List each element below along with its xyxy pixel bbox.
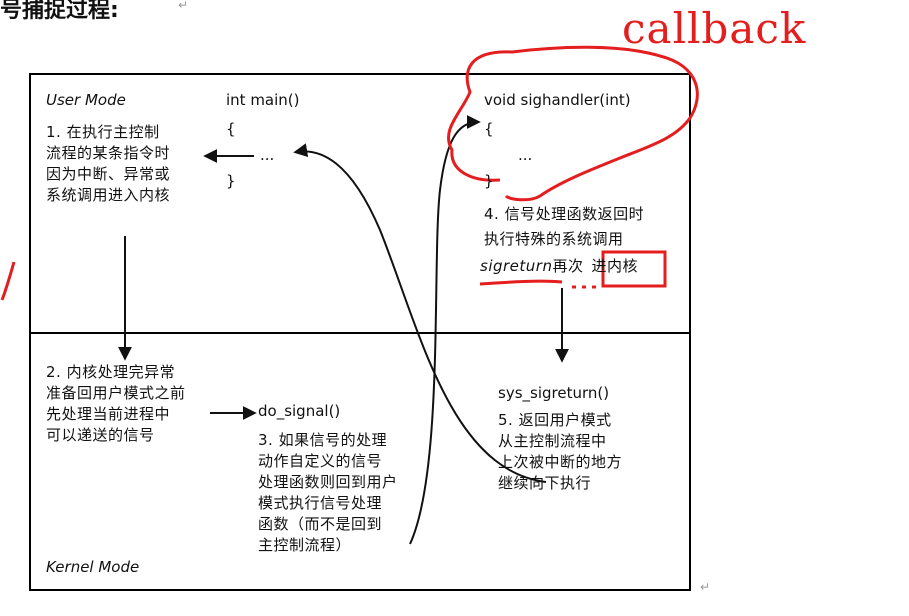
step2-line: 准备回用户模式之前 — [46, 384, 186, 402]
step3-text: 3. 如果信号的处理 动作自定义的信号 处理函数则回到用户 模式执行信号处理 函… — [258, 430, 398, 556]
step3-line: 主控制流程） — [258, 536, 352, 554]
step4-line1: 4. 信号处理函数返回时 — [484, 205, 645, 223]
step3-line: 模式执行信号处理 — [258, 494, 383, 512]
step4-line3: sigreturn再次 进内核 — [480, 256, 638, 277]
do-signal-label: do_signal() — [258, 402, 341, 420]
step3-line: 动作自定义的信号 — [258, 452, 383, 470]
step5-line: 从主控制流程中 — [498, 432, 607, 450]
step4-again: 再次 — [552, 257, 584, 275]
main-close-brace: } — [226, 172, 236, 190]
red-underline-annotation — [479, 279, 563, 286]
step3-line: 函数（而不是回到 — [258, 515, 383, 533]
step4-kernel: 进内核 — [591, 257, 638, 275]
sigreturn-term: sigreturn — [480, 257, 553, 275]
step1-line: 1. 在执行主控制 — [46, 123, 160, 141]
step4-line2: 执行特殊的系统调用 — [484, 230, 624, 248]
sys-sigreturn-label: sys_sigreturn() — [498, 384, 610, 402]
handler-signature: void sighandler(int) — [484, 91, 631, 109]
red-side-mark — [0, 261, 16, 301]
step3-line: 处理函数则回到用户 — [258, 473, 398, 491]
step1-line: 流程的某条指令时 — [46, 144, 171, 162]
step1-text: 1. 在执行主控制 流程的某条指令时 因为中断、异常或 系统调用进入内核 — [46, 122, 170, 206]
step3-line: 3. 如果信号的处理 — [258, 431, 388, 449]
step2-text: 2. 内核处理完异常 准备回用户模式之前 先处理当前进程中 可以递送的信号 — [46, 362, 186, 446]
main-open-brace: { — [226, 120, 236, 138]
return-mark-icon: ↵ — [700, 580, 711, 594]
step1-line: 因为中断、异常或 — [46, 165, 171, 183]
step2-line: 可以递送的信号 — [46, 426, 155, 444]
main-ellipsis: ... — [260, 146, 275, 164]
user-mode-label: User Mode — [46, 91, 126, 109]
handler-close-brace: } — [484, 172, 494, 190]
step2-line: 2. 内核处理完异常 — [46, 363, 176, 381]
step5-text: 5. 返回用户模式 从主控制流程中 上次被中断的地方 继续向下执行 — [498, 410, 622, 494]
kernel-mode-label: Kernel Mode — [46, 558, 140, 576]
diagram-canvas — [0, 45, 699, 591]
step5-line: 上次被中断的地方 — [498, 453, 623, 471]
step1-line: 系统调用进入内核 — [46, 186, 171, 204]
step2-line: 先处理当前进程中 — [46, 405, 171, 423]
step5-line: 继续向下执行 — [498, 474, 592, 492]
handler-open-brace: { — [484, 120, 494, 138]
handler-ellipsis: ... — [518, 146, 533, 164]
main-signature: int main() — [226, 91, 300, 109]
step5-line: 5. 返回用户模式 — [498, 411, 612, 429]
